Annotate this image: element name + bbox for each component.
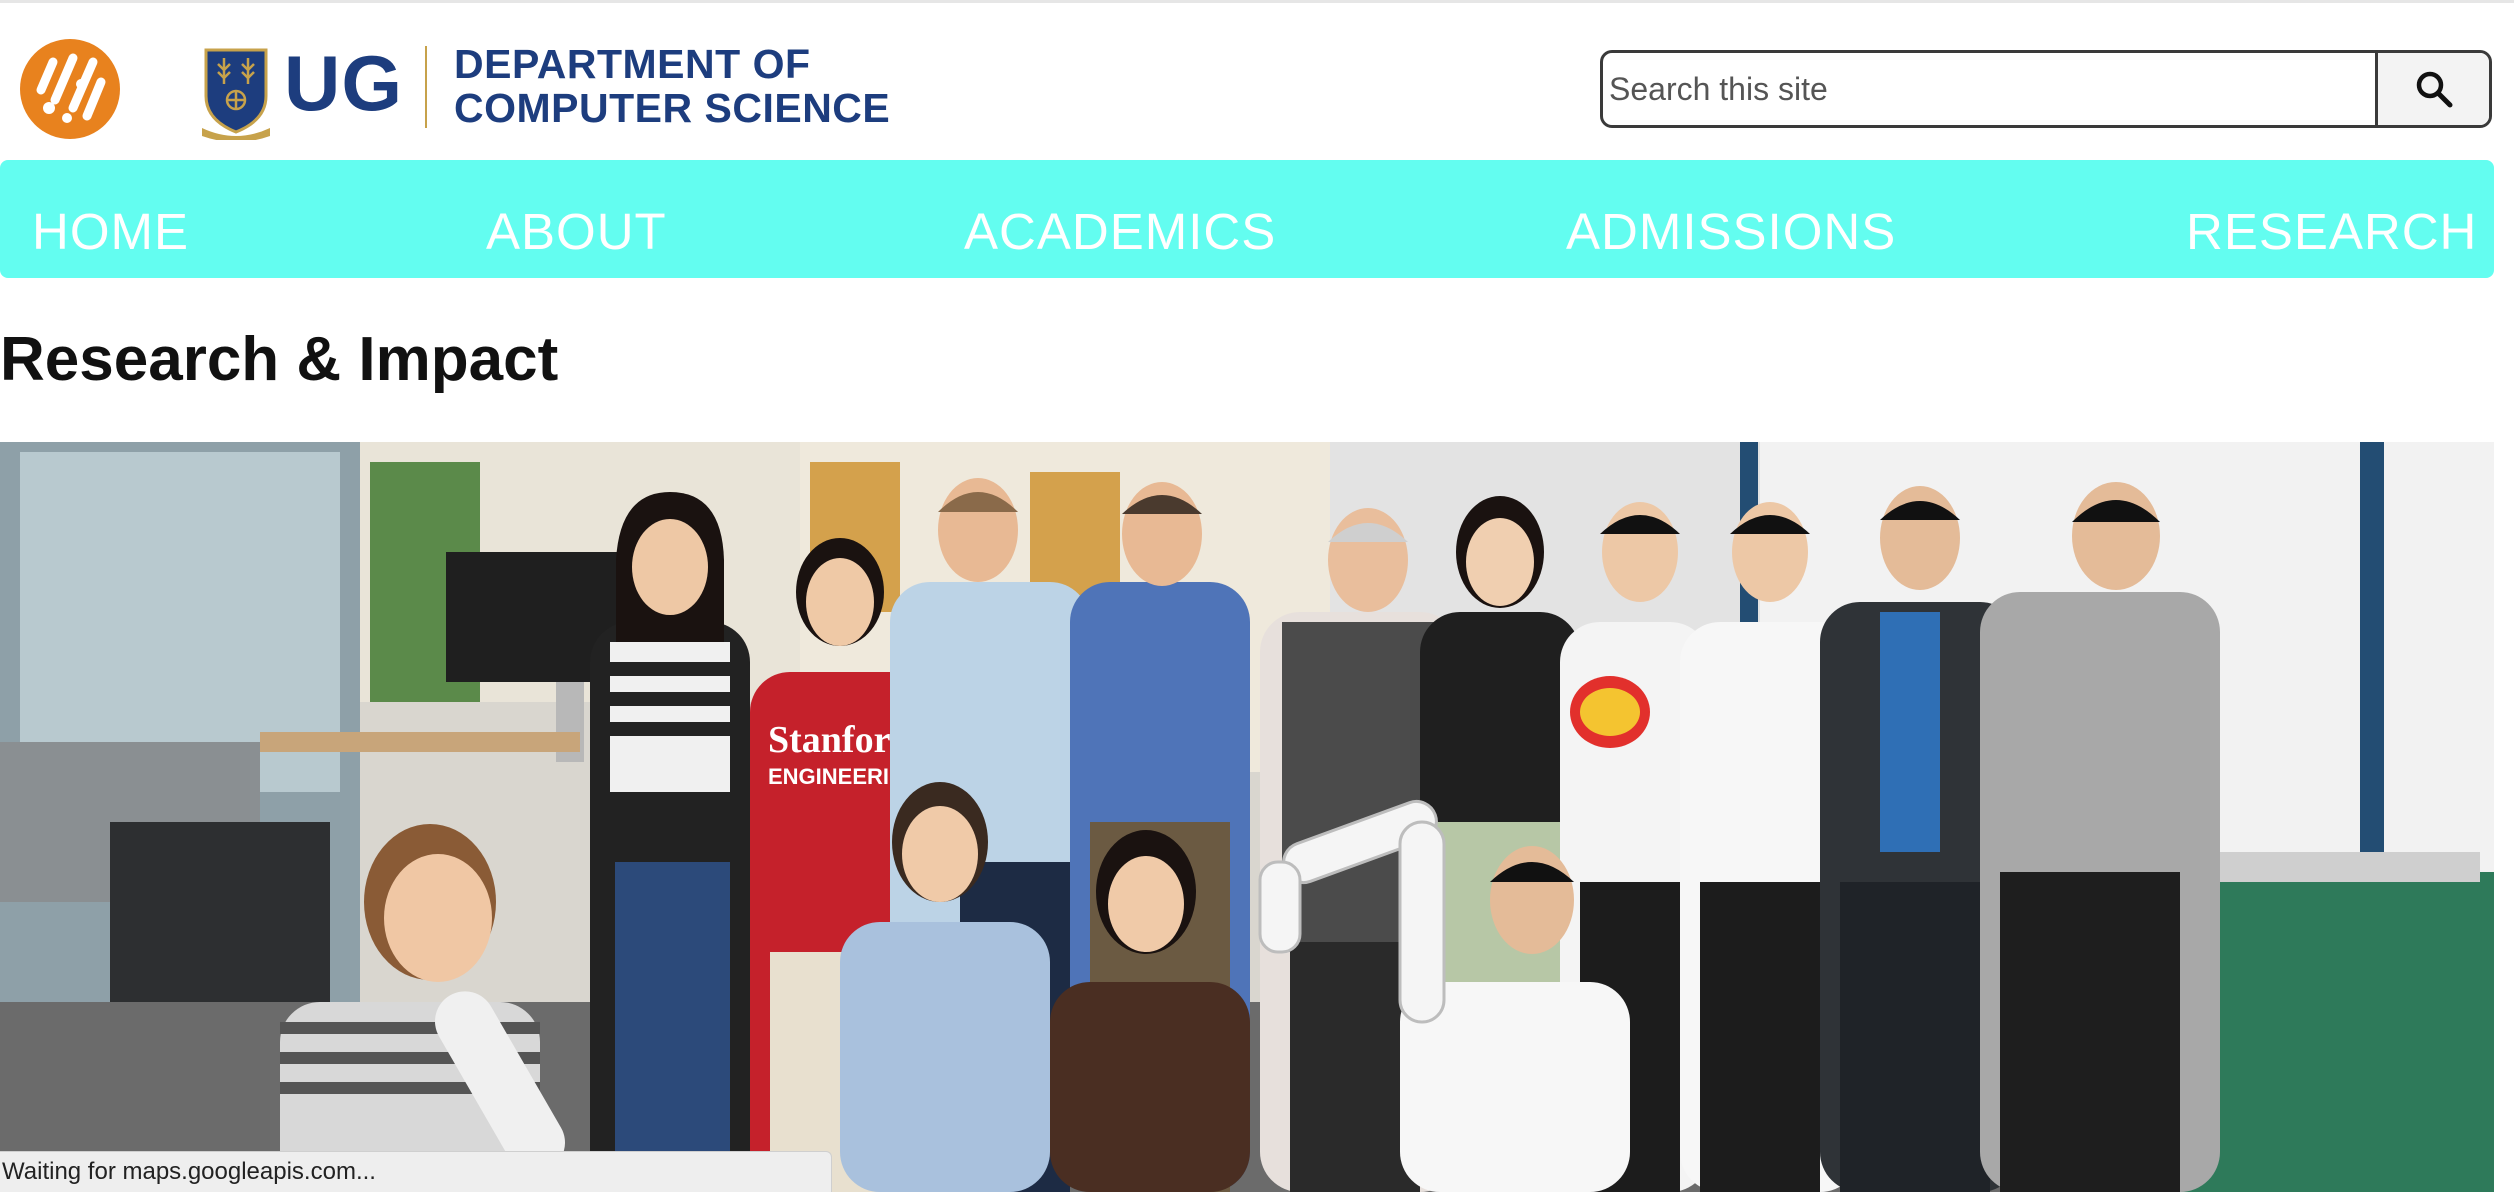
nav-item-admissions[interactable]: ADMISSIONS bbox=[1566, 160, 1896, 278]
header-divider bbox=[425, 46, 427, 128]
department-name-line1: DEPARTMENT OF bbox=[454, 41, 811, 87]
ug-wordmark[interactable]: UG bbox=[284, 38, 403, 128]
browser-status-bar: Waiting for maps.googleapis.com... bbox=[0, 1151, 832, 1192]
nav-item-about[interactable]: ABOUT bbox=[486, 160, 667, 278]
top-border bbox=[0, 0, 2514, 3]
department-name[interactable]: DEPARTMENT OF COMPUTER SCIENCE bbox=[454, 42, 890, 130]
search-form bbox=[1600, 50, 2492, 128]
search-icon bbox=[2416, 71, 2452, 108]
page: UG DEPARTMENT OF COMPUTER SCIENCE HOME A… bbox=[0, 0, 2514, 1192]
nav-item-academics[interactable]: ACADEMICS bbox=[964, 160, 1276, 278]
page-title: Research & Impact bbox=[0, 325, 559, 394]
university-crest-icon bbox=[198, 44, 274, 142]
main-navigation: HOME ABOUT ACADEMICS ADMISSIONS RESEARCH bbox=[0, 160, 2494, 278]
department-name-line2: COMPUTER SCIENCE bbox=[454, 85, 891, 131]
research-group-photo: Stanford ENGINEERING bbox=[0, 442, 2494, 1192]
search-input[interactable] bbox=[1603, 53, 2377, 125]
nav-item-research[interactable]: RESEARCH bbox=[2186, 160, 2477, 278]
orange-circle-logo-icon[interactable] bbox=[19, 38, 121, 140]
search-button[interactable] bbox=[2375, 53, 2489, 125]
nav-item-home[interactable]: HOME bbox=[32, 160, 189, 278]
